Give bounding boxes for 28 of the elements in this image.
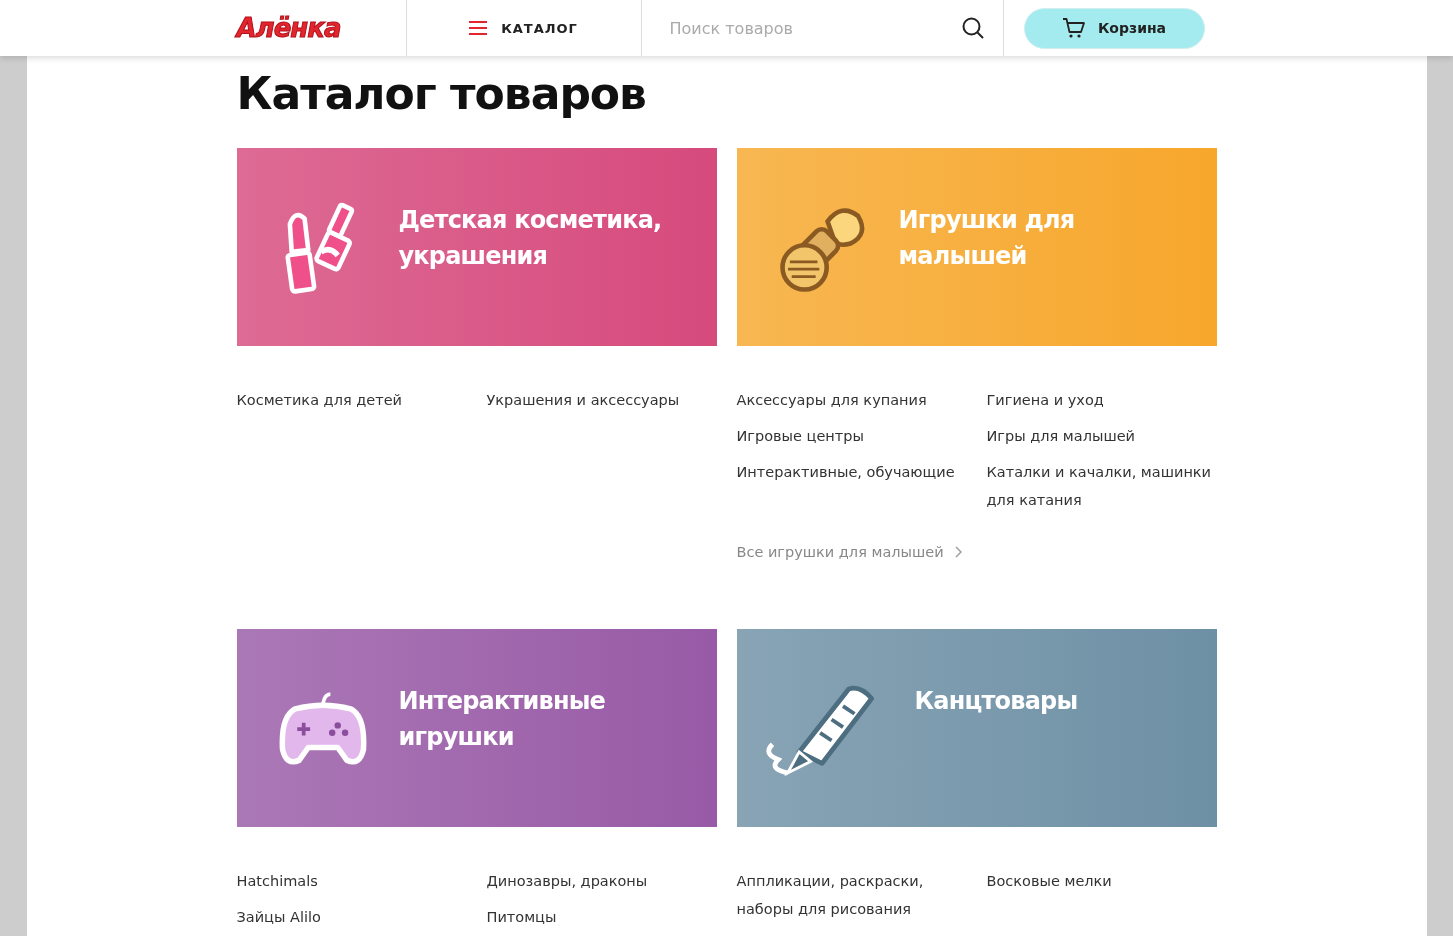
subcategory-link[interactable]: Каталки и качалки, машинки для катания xyxy=(986,458,1217,514)
subcategory-link[interactable]: Косметика для детей xyxy=(236,386,467,414)
category-card[interactable]: Детская косметика, украшения xyxy=(236,148,717,346)
subcategory-link[interactable]: Интерактивные, обучающие xyxy=(736,458,967,514)
subcategory-link[interactable]: Аппликации, раскраски, наборы для рисования xyxy=(736,867,967,923)
category-title: Детская косметика, украшения xyxy=(398,205,663,272)
subcategory-link[interactable]: Восковые мелки xyxy=(986,867,1217,923)
subcategory-link[interactable]: Аксессуары для купания xyxy=(736,386,967,414)
category-title: Канцтовары xyxy=(914,686,1078,717)
subcategory-link[interactable]: Украшения и аксессуары xyxy=(486,386,717,414)
cart-icon xyxy=(1061,17,1086,39)
subcategory-link[interactable]: Игровые центры xyxy=(736,422,967,450)
category-title: Игрушки для малышей xyxy=(898,205,1076,272)
category-title: Интерактивные игрушки xyxy=(398,686,607,753)
category-card[interactable]: Интерактивные игрушки xyxy=(236,629,717,827)
cart-button[interactable]: Корзина xyxy=(1023,7,1205,49)
search-icon[interactable] xyxy=(960,16,985,40)
subcategory-link[interactable]: Питомцы xyxy=(486,903,717,931)
subcategory-link[interactable]: Игры для малышей xyxy=(986,422,1217,450)
page-title: Каталог товаров xyxy=(236,67,647,121)
all-items-link[interactable]: Все игрушки для малышей xyxy=(736,538,962,566)
menu-icon xyxy=(469,21,488,35)
subcategory-link[interactable]: Зайцы Alilo xyxy=(236,903,467,931)
chevron-icon xyxy=(953,546,962,558)
subcategory-link[interactable]: Гигиена и уход xyxy=(986,386,1217,414)
subcategory-link[interactable]: Динозавры, драконы xyxy=(486,867,717,895)
catalog-button[interactable]: КАТАЛОГ xyxy=(406,0,642,56)
subcategory-link[interactable]: Hatchimals xyxy=(236,867,467,895)
